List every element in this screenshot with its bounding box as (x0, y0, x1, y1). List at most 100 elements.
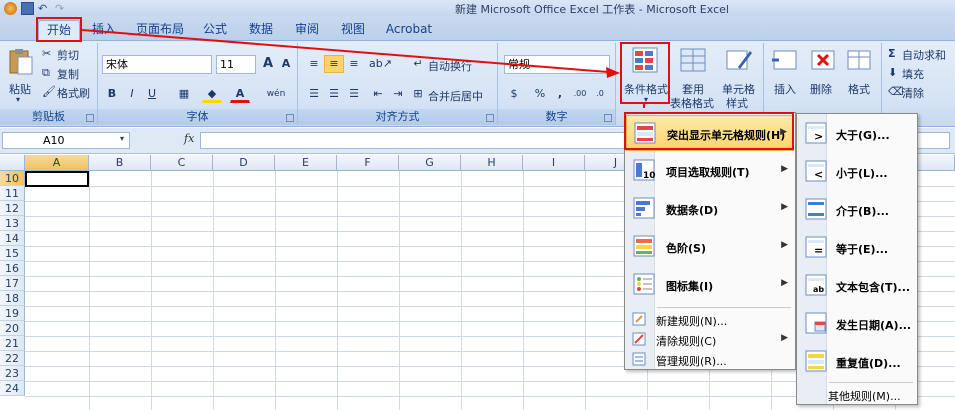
delete-cells-icon[interactable] (808, 45, 838, 75)
wrap-text-button[interactable]: 自动换行 (428, 58, 472, 74)
format-cells-button[interactable]: 格式 (848, 81, 870, 97)
tab-page-layout[interactable]: 页面布局 (132, 20, 188, 41)
submenu-item-more-rules[interactable]: 其他规则(M)... (798, 384, 916, 406)
submenu-item-equal-to[interactable]: = 等于(E)... (798, 230, 916, 266)
align-top-icon[interactable]: ≡ (304, 55, 324, 73)
tab-review[interactable]: 审阅 (290, 20, 324, 41)
font-name-box[interactable]: 宋体 (102, 55, 212, 74)
cut-icon[interactable]: ✂ (42, 47, 51, 60)
row-header[interactable]: 24 (0, 381, 25, 396)
number-format-box[interactable]: 常规 (504, 55, 610, 74)
submenu-item-date-occurring[interactable]: 发生日期(A)... (798, 306, 916, 342)
redo-icon[interactable]: ↷ (55, 2, 68, 15)
undo-icon[interactable]: ↶ (38, 2, 51, 15)
cut-button[interactable]: 剪切 (57, 47, 79, 63)
menu-item-new-rule[interactable]: 新建规则(N)... (626, 309, 794, 331)
autosum-icon[interactable]: Σ (888, 47, 896, 60)
submenu-item-less-than[interactable]: < 小于(L)... (798, 154, 916, 190)
row-header[interactable]: 12 (0, 201, 25, 216)
tab-data[interactable]: 数据 (244, 20, 278, 41)
currency-icon[interactable]: $ (504, 85, 524, 103)
delete-cells-button[interactable]: 删除 (810, 81, 832, 97)
submenu-item-duplicate-values[interactable]: 重复值(D)... (798, 344, 916, 380)
font-color-button[interactable]: A (230, 85, 250, 103)
decrease-decimal-button[interactable]: .0 (590, 85, 610, 103)
row-header[interactable]: 11 (0, 186, 25, 201)
wrap-text-icon[interactable]: ↵ (408, 55, 428, 73)
copy-button[interactable]: 复制 (57, 66, 79, 82)
copy-icon[interactable]: ⧉ (42, 66, 50, 80)
orientation-icon[interactable]: ab↗ (368, 55, 392, 73)
comma-button[interactable]: , (550, 85, 570, 103)
corner-select-all[interactable] (0, 155, 25, 171)
row-header[interactable]: 19 (0, 306, 25, 321)
font-launcher-icon[interactable] (286, 114, 294, 122)
borders-icon[interactable]: ▦ (174, 85, 194, 103)
autosum-button[interactable]: 自动求和 (902, 47, 946, 63)
format-cells-icon[interactable] (844, 45, 874, 75)
clipboard-launcher-icon[interactable] (86, 114, 94, 122)
increase-indent-icon[interactable]: ⇥ (388, 85, 408, 103)
font-size-box[interactable]: 11 (216, 55, 256, 74)
row-header[interactable]: 13 (0, 216, 25, 231)
fill-button[interactable]: 填充 (902, 66, 924, 82)
column-header[interactable]: F (337, 155, 399, 171)
align-bottom-icon[interactable]: ≡ (344, 55, 364, 73)
row-header[interactable]: 21 (0, 336, 25, 351)
tab-formulas[interactable]: 公式 (198, 20, 232, 41)
underline-button[interactable]: U (142, 85, 162, 103)
row-header[interactable]: 18 (0, 291, 25, 306)
name-box[interactable]: A10 (2, 132, 130, 149)
format-painter-icon[interactable]: 🖌 (42, 85, 56, 98)
row-header[interactable]: 10 (0, 171, 25, 186)
column-header[interactable]: A (25, 155, 89, 171)
office-button-icon[interactable] (4, 1, 17, 15)
name-box-dropdown-icon[interactable]: ▾ (120, 134, 124, 143)
increase-decimal-button[interactable]: .00 (570, 85, 590, 103)
clear-button[interactable]: 清除 (902, 85, 924, 101)
column-header[interactable]: D (213, 155, 275, 171)
row-header[interactable]: 16 (0, 261, 25, 276)
menu-item-top-bottom-rules[interactable]: 10 项目选取规则(T) ▶ (626, 153, 794, 189)
format-painter-button[interactable]: 格式刷 (57, 85, 90, 101)
menu-item-manage-rules[interactable]: 管理规则(R)... (626, 349, 794, 371)
menu-item-color-scales[interactable]: 色阶(S) ▶ (626, 229, 794, 265)
row-header[interactable]: 15 (0, 246, 25, 261)
column-header[interactable]: C (151, 155, 213, 171)
align-middle-icon[interactable]: ≡ (324, 55, 344, 73)
decrease-indent-icon[interactable]: ⇤ (368, 85, 388, 103)
insert-cells-icon[interactable] (770, 45, 800, 75)
tab-insert[interactable]: 插入 (86, 20, 122, 41)
save-icon[interactable] (21, 1, 34, 15)
fill-color-icon[interactable]: ◆ (202, 85, 222, 103)
row-header[interactable]: 17 (0, 276, 25, 291)
fill-icon[interactable]: ⬇ (888, 66, 897, 79)
row-header[interactable]: 20 (0, 321, 25, 336)
submenu-item-between[interactable]: 介于(B)... (798, 192, 916, 228)
italic-button[interactable]: I (122, 85, 142, 103)
merge-center-icon[interactable]: ⊞ (408, 85, 428, 103)
column-header[interactable]: H (461, 155, 523, 171)
menu-item-clear-rules[interactable]: 清除规则(C) ▶ (626, 329, 794, 351)
align-left-icon[interactable]: ☰ (304, 85, 324, 103)
column-header[interactable]: I (523, 155, 585, 171)
grow-font-button[interactable]: A (258, 55, 278, 73)
paste-icon[interactable] (6, 47, 36, 77)
tab-acrobat[interactable]: Acrobat (382, 20, 436, 41)
align-center-icon[interactable]: ☰ (324, 85, 344, 103)
align-right-icon[interactable]: ☰ (344, 85, 364, 103)
number-launcher-icon[interactable] (604, 114, 612, 122)
active-cell-a10[interactable] (25, 171, 89, 187)
bold-button[interactable]: B (102, 85, 122, 103)
insert-function-button[interactable]: fx (184, 132, 194, 145)
menu-item-icon-sets[interactable]: 图标集(I) ▶ (626, 267, 794, 303)
row-header[interactable]: 23 (0, 366, 25, 381)
alignment-launcher-icon[interactable] (486, 114, 494, 122)
column-header[interactable]: B (89, 155, 151, 171)
row-header[interactable]: 14 (0, 231, 25, 246)
format-as-table-label-2[interactable]: 表格格式 (670, 95, 714, 111)
submenu-item-text-contains[interactable]: ab 文本包含(T)... (798, 268, 916, 304)
tab-view[interactable]: 视图 (336, 20, 370, 41)
merge-center-button[interactable]: 合并后居中 (428, 88, 483, 104)
shrink-font-button[interactable]: A (276, 55, 296, 73)
